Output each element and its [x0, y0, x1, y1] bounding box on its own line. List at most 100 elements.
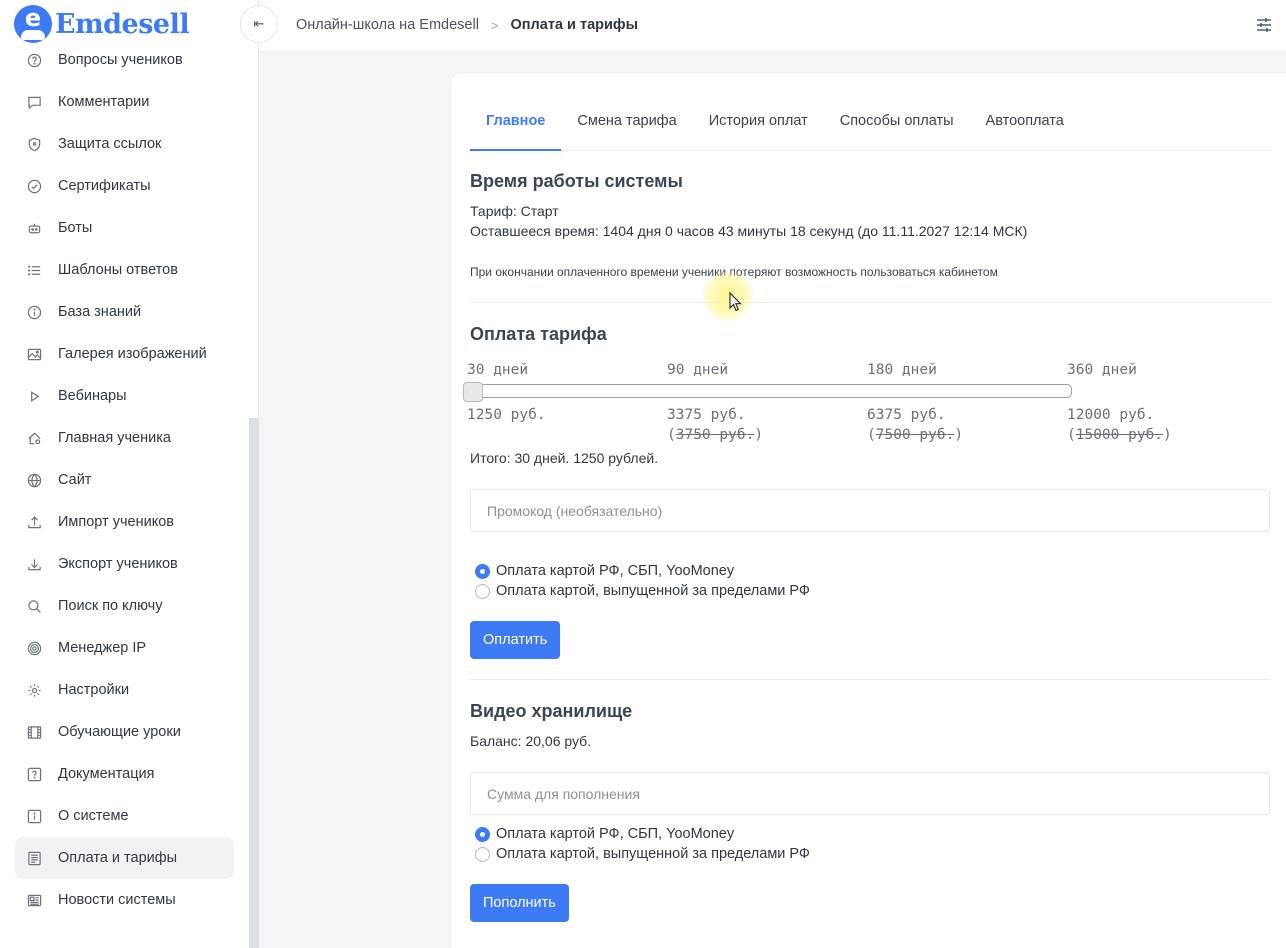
- shield-icon: [26, 136, 42, 152]
- play-icon: [26, 388, 42, 404]
- sidebar-item-label: Импорт учеников: [58, 514, 174, 530]
- billing-card: Главное Смена тарифа История оплат Способы …: [450, 72, 1286, 948]
- payment-method-label: Оплата картой РФ, СБП, YooMoney: [496, 563, 735, 579]
- sidebar-item-label: База знаний: [58, 304, 142, 320]
- radio-button[interactable]: [475, 826, 490, 842]
- sidebar-item-1[interactable]: Комментарии: [15, 81, 234, 123]
- sidebar-item-11[interactable]: Импорт учеников: [15, 501, 234, 543]
- video-balance: Баланс: 20,06 руб.: [470, 733, 592, 749]
- sidebar-item-label: Защита ссылок: [58, 136, 162, 152]
- breadcrumb-root[interactable]: Онлайн-школа на Emdesell: [296, 17, 479, 33]
- logo-badge-icon: e: [14, 5, 52, 43]
- remaining-time: Оставшееся время: 1404 дня 0 часов 43 ми…: [470, 223, 1028, 239]
- help-square-icon: [26, 766, 42, 782]
- system-time-title: Время работы системы: [470, 171, 683, 191]
- tariff-price: 3375 руб.: [667, 407, 746, 423]
- sidebar-item-10[interactable]: Сайт: [15, 459, 234, 501]
- sidebar-item-14[interactable]: Менеджер IP: [15, 627, 234, 669]
- promo-code-input[interactable]: [470, 489, 1270, 532]
- sidebar-item-label: Новости системы: [58, 892, 176, 908]
- radio-button[interactable]: [475, 846, 490, 862]
- sidebar-item-4[interactable]: Боты: [15, 207, 234, 249]
- payment-method-option[interactable]: Оплата картой РФ, СБП, YooMoney: [475, 826, 734, 842]
- brand-logo[interactable]: e Emdesell: [14, 5, 190, 43]
- sidebar-item-3[interactable]: Сертификаты: [15, 165, 234, 207]
- sidebar-item-19[interactable]: Оплата и тарифы: [15, 837, 234, 879]
- sidebar-item-label: Поиск по ключу: [58, 598, 163, 614]
- sidebar-item-label: Комментарии: [58, 94, 150, 110]
- payment-method-option[interactable]: Оплата картой, выпущенной за пределами Р…: [475, 846, 810, 862]
- tariff-period-label[interactable]: 360 дней: [1067, 362, 1137, 378]
- payment-method-option[interactable]: Оплата картой, выпущенной за пределами Р…: [475, 583, 810, 599]
- sidebar-item-2[interactable]: Защита ссылок: [15, 123, 234, 165]
- sidebar-item-label: Сертификаты: [58, 178, 151, 194]
- collapse-left-icon: ⇤: [253, 16, 265, 31]
- sidebar-item-8[interactable]: Вебинары: [15, 375, 234, 417]
- video-storage-title: Видео хранилище: [470, 701, 633, 721]
- radio-button[interactable]: [475, 583, 490, 599]
- tariff-price: 1250 руб.: [467, 407, 546, 423]
- sidebar-item-6[interactable]: База знаний: [15, 291, 234, 333]
- collapse-sidebar-button[interactable]: ⇤: [240, 5, 278, 43]
- sidebar-item-label: Менеджер IP: [58, 640, 147, 656]
- receipt-icon: [26, 850, 42, 866]
- divider: [470, 679, 1270, 680]
- sidebar-scrollbar[interactable]: [249, 418, 259, 948]
- gear-icon: [26, 682, 42, 698]
- tab-2[interactable]: История оплат: [693, 101, 824, 151]
- sidebar-item-12[interactable]: Экспорт учеников: [15, 543, 234, 585]
- billing-tabs: Главное Смена тарифа История оплат Способы …: [470, 101, 1270, 151]
- tab-3[interactable]: Способы оплаты: [824, 101, 970, 151]
- sidebar-item-label: Документация: [58, 766, 155, 782]
- sidebar-item-label: Настройки: [58, 682, 130, 698]
- sidebar-item-9[interactable]: Главная ученика: [15, 417, 234, 459]
- divider: [470, 302, 1270, 303]
- sidebar-item-20[interactable]: Новости системы: [15, 879, 234, 921]
- sidebar-item-label: Вебинары: [58, 388, 127, 404]
- sidebar-nav: Вопросы учеников Комментарии Защита ссылок…: [15, 39, 234, 921]
- sidebar-item-5[interactable]: Шаблоны ответов: [15, 249, 234, 291]
- tariff-period-slider[interactable]: [470, 384, 1072, 398]
- tariff-price: 6375 руб.: [867, 407, 946, 423]
- tariff-slider-handle[interactable]: [463, 382, 483, 402]
- tariff-period-label[interactable]: 30 дней: [467, 362, 528, 378]
- sidebar-item-18[interactable]: О системе: [15, 795, 234, 837]
- topup-button[interactable]: Пополнить: [470, 884, 569, 922]
- sidebar-item-17[interactable]: Документация: [15, 753, 234, 795]
- sidebar-item-0[interactable]: Вопросы учеников: [15, 39, 234, 81]
- breadcrumb-current: Оплата и тарифы: [510, 17, 638, 33]
- sidebar-item-7[interactable]: Галерея изображений: [15, 333, 234, 375]
- sidebar-item-label: Оплата и тарифы: [58, 850, 178, 866]
- tab-0[interactable]: Главное: [470, 101, 562, 151]
- sidebar-item-16[interactable]: Обучающие уроки: [15, 711, 234, 753]
- radio-button[interactable]: [475, 563, 490, 579]
- tariff-period-label[interactable]: 90 дней: [667, 362, 728, 378]
- check-circle-icon: [26, 178, 42, 194]
- sidebar-item-label: Обучающие уроки: [58, 724, 181, 740]
- robot-icon: [26, 220, 42, 236]
- info-square-icon: [26, 808, 42, 824]
- download-icon: [26, 556, 42, 572]
- breadcrumb: Онлайн-школа на Emdesell > Оплата и тари…: [296, 17, 638, 33]
- sidebar-item-15[interactable]: Настройки: [15, 669, 234, 711]
- topup-amount-input[interactable]: [470, 772, 1270, 815]
- sidebar: e Emdesell Вопросы учеников Комментарии За…: [0, 0, 259, 948]
- question-circle-icon: [26, 52, 42, 68]
- info-circle-icon: [26, 304, 42, 320]
- pay-button[interactable]: Оплатить: [470, 621, 561, 659]
- list-icon: [26, 262, 42, 278]
- payment-method-option[interactable]: Оплата картой РФ, СБП, YooMoney: [475, 563, 734, 579]
- tariff-period-label[interactable]: 180 дней: [867, 362, 937, 378]
- tariff-old-price: (7500 руб.): [867, 427, 964, 443]
- sidebar-item-label: О системе: [58, 808, 129, 824]
- film-icon: [26, 724, 42, 740]
- tariff-payment-title: Оплата тарифа: [470, 324, 607, 344]
- sidebar-item-label: Шаблоны ответов: [58, 262, 178, 278]
- target-icon: [26, 640, 42, 656]
- sidebar-item-13[interactable]: Поиск по ключу: [15, 585, 234, 627]
- tab-4[interactable]: Автооплата: [970, 101, 1080, 151]
- view-settings-button[interactable]: [1256, 17, 1272, 33]
- tab-1[interactable]: Смена тарифа: [561, 101, 692, 151]
- tariff-old-price: (15000 руб.): [1067, 427, 1172, 443]
- top-header: ⇤ Онлайн-школа на Emdesell > Оплата и та…: [240, 0, 1286, 52]
